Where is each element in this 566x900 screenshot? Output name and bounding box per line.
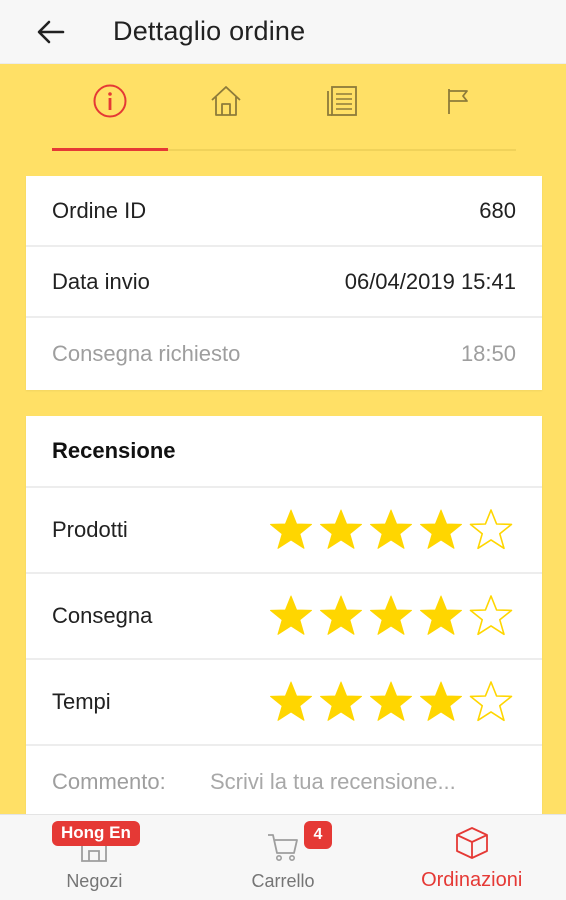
rating-row-timing: Tempi <box>26 660 542 746</box>
star-filled-icon[interactable] <box>318 679 364 725</box>
star-filled-icon[interactable] <box>368 593 414 639</box>
star-filled-icon[interactable] <box>268 593 314 639</box>
delivery-time-row: Consegna richiesto 18:50 <box>26 318 542 389</box>
rating-row-products: Prodotti <box>26 488 542 574</box>
cart-icon <box>266 827 300 863</box>
back-button[interactable] <box>26 7 76 57</box>
comment-input[interactable] <box>210 769 510 795</box>
home-icon <box>211 86 241 116</box>
order-info-card: Ordine ID 680 Data invio 06/04/2019 15:4… <box>26 176 542 390</box>
app-bar: Dettaglio ordine <box>0 0 566 64</box>
star-empty-icon[interactable] <box>468 593 514 639</box>
comment-row: Commento: <box>26 746 542 818</box>
star-empty-icon[interactable] <box>468 507 514 553</box>
sent-date-value: 06/04/2019 15:41 <box>344 268 516 294</box>
order-id-label: Ordine ID <box>52 197 147 223</box>
box-icon <box>454 825 490 861</box>
nav-orders[interactable]: Ordinazioni <box>377 815 566 900</box>
sent-date-label: Data invio <box>52 268 150 294</box>
review-title: Recensione <box>26 416 542 488</box>
star-rating[interactable] <box>268 593 514 639</box>
comment-label: Commento: <box>52 769 166 794</box>
flag-icon <box>448 89 468 114</box>
tab-address[interactable] <box>168 64 284 152</box>
receipt-list-icon <box>327 86 357 116</box>
arrow-left-icon <box>37 20 65 43</box>
tab-active-indicator <box>52 148 168 151</box>
order-id-value: 680 <box>479 197 516 223</box>
delivery-time-value: 18:50 <box>460 340 516 366</box>
bottom-navigation: Negozi Carrello Ordinazioni Hong En 4 <box>0 814 566 900</box>
star-empty-icon[interactable] <box>468 679 514 725</box>
rating-label: Consegna <box>52 603 153 628</box>
star-filled-icon[interactable] <box>418 507 464 553</box>
nav-shops-label: Negozi <box>66 871 123 891</box>
info-icon <box>93 84 127 118</box>
tab-status[interactable] <box>400 64 516 152</box>
order-id-row: Ordine ID 680 <box>26 176 542 247</box>
nav-orders-label: Ordinazioni <box>421 869 523 891</box>
rating-row-delivery: Consegna <box>26 574 542 660</box>
page-title: Dettaglio ordine <box>113 16 306 46</box>
shop-badge: Hong En <box>52 821 140 846</box>
star-rating[interactable] <box>268 507 514 553</box>
star-filled-icon[interactable] <box>368 679 414 725</box>
tab-bar <box>52 64 516 152</box>
star-filled-icon[interactable] <box>368 507 414 553</box>
cart-count-badge: 4 <box>304 821 332 849</box>
star-rating[interactable] <box>268 679 514 725</box>
star-filled-icon[interactable] <box>318 593 364 639</box>
review-card: Recensione Prodotti Consegna Tempi Comme… <box>26 416 542 836</box>
rating-label: Tempi <box>52 689 111 714</box>
star-filled-icon[interactable] <box>418 593 464 639</box>
tab-items[interactable] <box>284 64 400 152</box>
star-filled-icon[interactable] <box>418 679 464 725</box>
star-filled-icon[interactable] <box>318 507 364 553</box>
rating-label: Prodotti <box>52 517 128 542</box>
star-filled-icon[interactable] <box>268 679 314 725</box>
nav-cart-label: Carrello <box>251 871 315 891</box>
nav-cart[interactable]: Carrello <box>189 815 378 900</box>
star-filled-icon[interactable] <box>268 507 314 553</box>
delivery-time-label: Consegna richiesto <box>52 340 241 366</box>
sent-date-row: Data invio 06/04/2019 15:41 <box>26 247 542 318</box>
tab-info[interactable] <box>52 64 168 152</box>
